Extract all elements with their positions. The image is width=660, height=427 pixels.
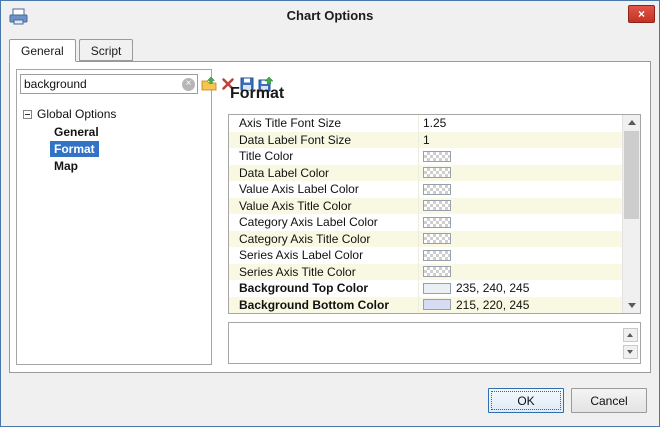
tree-root[interactable]: Global Options [23,107,205,121]
color-swatch-transparent[interactable] [423,266,451,277]
property-value[interactable] [419,264,623,281]
cancel-button[interactable]: Cancel [571,388,647,413]
color-swatch-transparent[interactable] [423,233,451,244]
tree-root-label: Global Options [37,107,116,121]
footer: OK Cancel [488,388,647,413]
grid-scrollbar[interactable] [622,115,640,313]
color-swatch-transparent[interactable] [423,200,451,211]
color-swatch-transparent[interactable] [423,184,451,195]
search-box: × [20,74,198,94]
property-name: Axis Title Font Size [229,115,419,132]
collapse-icon[interactable] [23,110,32,119]
property-row[interactable]: Axis Title Font Size 1.25 [229,115,623,132]
property-value[interactable] [419,247,623,264]
tree-item-general[interactable]: General [50,124,103,140]
description-box [228,322,641,364]
property-value[interactable] [419,181,623,198]
description-scroll-up-icon[interactable] [623,328,638,342]
color-swatch[interactable] [423,299,451,310]
color-swatch-transparent[interactable] [423,167,451,178]
tab-content: × [9,61,651,373]
property-row[interactable]: Value Axis Label Color [229,181,623,198]
property-row[interactable]: Background Top Color 235, 240, 245 [229,280,623,297]
property-grid: Axis Title Font Size 1.25 Data Label Font … [228,114,641,314]
property-row[interactable]: Title Color [229,148,623,165]
property-name: Value Axis Label Color [229,181,419,198]
clear-search-icon[interactable]: × [182,78,195,91]
property-name: Value Axis Title Color [229,198,419,215]
close-button[interactable]: × [628,5,655,23]
color-value-text: 215, 220, 245 [456,298,529,312]
property-row[interactable]: Series Axis Title Color [229,264,623,281]
property-value[interactable]: 1 [419,132,623,149]
property-name: Series Axis Title Color [229,264,419,281]
tab-strip: General Script [9,39,136,62]
tab-script[interactable]: Script [79,39,134,61]
property-grid-rows: Axis Title Font Size 1.25 Data Label Font … [229,115,623,313]
color-swatch-transparent[interactable] [423,151,451,162]
options-tree: Global Options GeneralFormatMap [17,97,211,185]
property-name: Title Color [229,148,419,165]
property-name: Category Axis Label Color [229,214,419,231]
search-toolbar: × [17,70,211,97]
description-scroll-down-icon[interactable] [623,345,638,359]
property-value[interactable]: 235, 240, 245 [419,280,623,297]
ok-button[interactable]: OK [488,388,564,413]
property-value[interactable] [419,148,623,165]
window-title: Chart Options [1,8,659,23]
property-row[interactable]: Data Label Font Size 1 [229,132,623,149]
property-value-text: 1 [423,133,430,147]
color-swatch-transparent[interactable] [423,250,451,261]
property-name: Data Label Color [229,165,419,182]
properties-panel: Format Axis Title Font Size 1.25 Data Labe… [220,62,650,372]
property-name: Background Bottom Color [229,297,419,314]
tab-general[interactable]: General [9,39,76,62]
color-value-text: 235, 240, 245 [456,281,529,295]
property-row[interactable]: Category Axis Title Color [229,231,623,248]
property-value[interactable] [419,214,623,231]
search-input[interactable] [21,77,182,91]
open-folder-icon[interactable] [201,75,217,93]
chart-options-dialog: Chart Options × General Script × [0,0,660,427]
scroll-down-icon[interactable] [623,298,640,313]
property-value[interactable] [419,231,623,248]
tree-item-map[interactable]: Map [50,158,82,174]
description-scroll [621,324,639,362]
property-name: Category Axis Title Color [229,231,419,248]
property-value[interactable] [419,165,623,182]
property-row[interactable]: Value Axis Title Color [229,198,623,215]
property-value[interactable] [419,198,623,215]
property-row[interactable]: Series Axis Label Color [229,247,623,264]
property-row[interactable]: Category Axis Label Color [229,214,623,231]
property-name: Series Axis Label Color [229,247,419,264]
property-row[interactable]: Background Bottom Color 215, 220, 245 [229,297,623,314]
property-value[interactable]: 215, 220, 245 [419,297,623,314]
scroll-up-icon[interactable] [623,115,640,130]
property-name: Background Top Color [229,280,419,297]
property-name: Data Label Font Size [229,132,419,149]
scrollbar-thumb[interactable] [624,131,639,219]
categories-panel: × [16,69,212,365]
category-heading: Format [230,85,284,103]
titlebar: Chart Options × [1,1,659,31]
property-row[interactable]: Data Label Color [229,165,623,182]
property-value[interactable]: 1.25 [419,115,623,132]
color-swatch[interactable] [423,283,451,294]
tree-item-format[interactable]: Format [50,141,99,157]
tree-children: GeneralFormatMap [50,124,205,174]
property-value-text: 1.25 [423,116,446,130]
color-swatch-transparent[interactable] [423,217,451,228]
